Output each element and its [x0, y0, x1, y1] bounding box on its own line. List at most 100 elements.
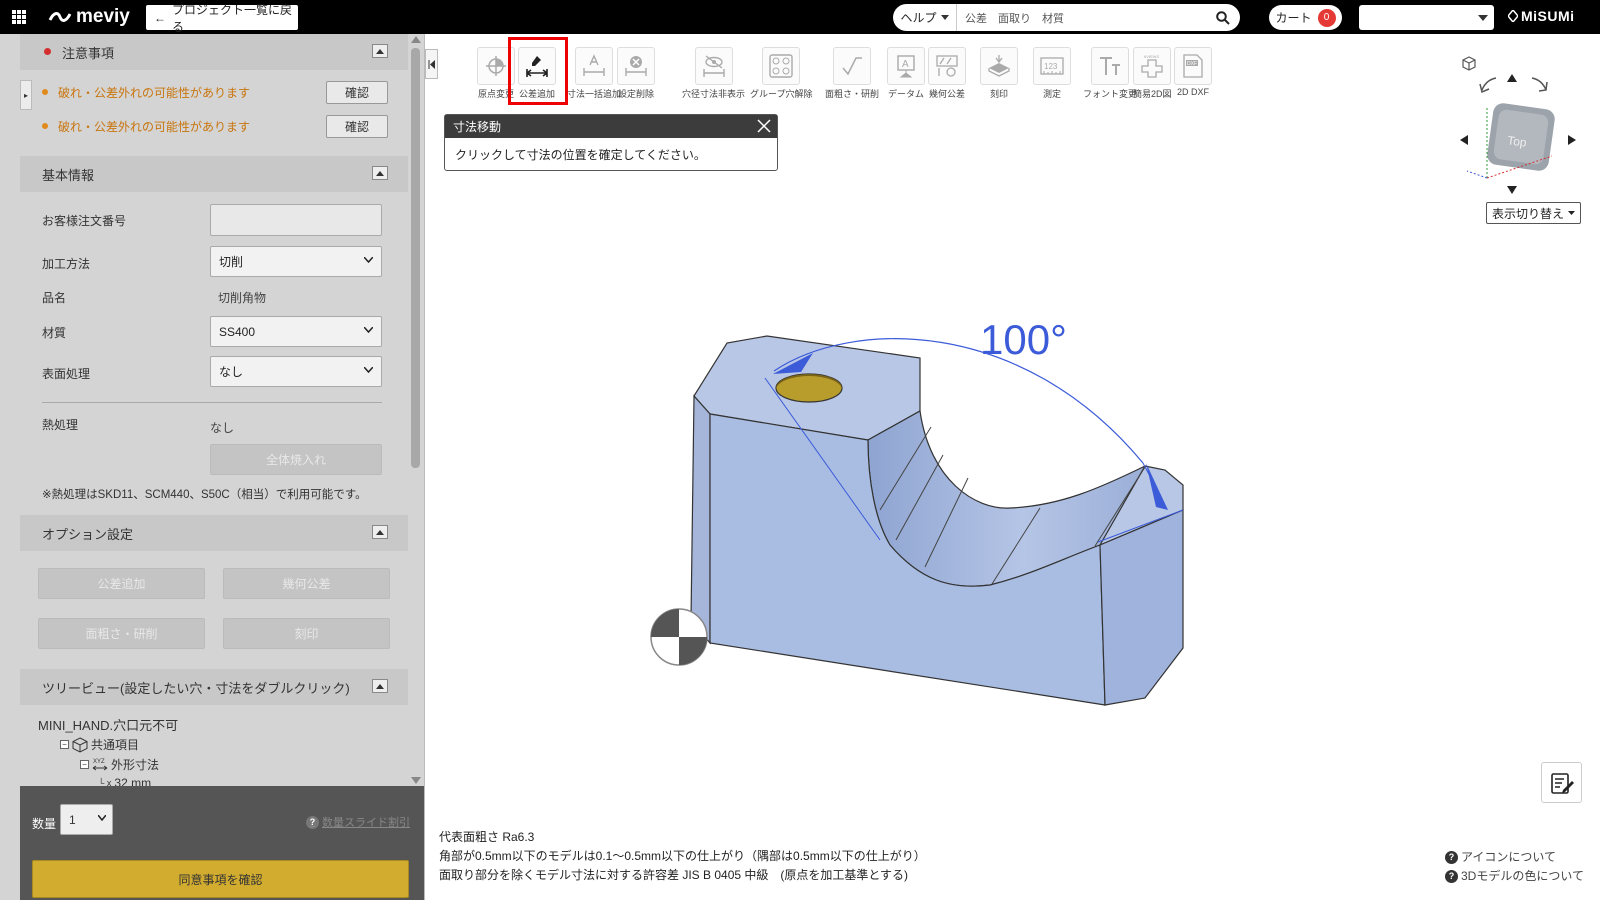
cart-label: カート	[1275, 11, 1312, 25]
tool-delete-setting[interactable]: 設定削除	[617, 47, 655, 100]
question-icon: ?	[1445, 870, 1458, 883]
tool-simple-2d[interactable]: 6VIEWS 簡易2D図	[1133, 47, 1172, 100]
scroll-down-icon[interactable]	[411, 777, 421, 784]
bulk-dimension-icon	[575, 47, 613, 85]
tool-label: 穴径寸法非表示	[682, 89, 746, 99]
view-cube-graphic[interactable]: Top	[1452, 48, 1592, 208]
app-grid-icon[interactable]	[12, 10, 26, 24]
warning-bullet-icon	[42, 89, 48, 95]
svg-text:XYZ: XYZ	[93, 759, 105, 765]
tool-label: 2D DXF	[1176, 87, 1209, 97]
tool-engrave[interactable]: 刻印	[980, 47, 1018, 100]
option-tolerance-button[interactable]: 公差追加	[38, 568, 205, 599]
tool-geometric-tolerance[interactable]: 幾何公差	[928, 47, 966, 100]
cart-count-badge: 0	[1317, 8, 1336, 27]
icon-help-link[interactable]: ? アイコンについて	[1445, 848, 1584, 867]
tree-collapse-icon[interactable]: −	[80, 760, 89, 769]
dimension-move-tooltip: 寸法移動 クリックして寸法の位置を確定してください。	[444, 114, 778, 171]
collapse-icon[interactable]	[372, 166, 388, 180]
collapse-icon[interactable]	[372, 679, 388, 693]
option-settings-header[interactable]: オプション設定	[20, 515, 408, 551]
method-select[interactable]: 切削	[210, 246, 382, 277]
account-dropdown[interactable]	[1359, 5, 1494, 30]
hide-dimension-icon	[694, 47, 733, 85]
scroll-up-icon[interactable]	[411, 36, 421, 43]
tool-label: 設定削除	[617, 89, 654, 99]
close-icon[interactable]	[757, 119, 771, 133]
misumi-logo[interactable]: MiSUMi	[1508, 8, 1575, 24]
tool-2d-dxf[interactable]: DXF 2D DXF	[1174, 47, 1212, 97]
confirm-button[interactable]: 確認	[326, 115, 388, 138]
cube-icon	[72, 736, 88, 753]
option-roughness-button[interactable]: 面粗さ・研削	[38, 618, 205, 649]
origin-marker-icon[interactable]	[650, 608, 708, 666]
tree-label: 共通項目	[91, 738, 140, 752]
tree-view-header[interactable]: ツリービュー(設定したい穴・寸法をダブルクリック)	[20, 669, 408, 705]
collapse-icon[interactable]	[372, 525, 388, 539]
option-engrave-button[interactable]: 刻印	[223, 618, 390, 649]
tool-datum[interactable]: A データム	[887, 47, 925, 100]
tool-label: フォント変更	[1083, 89, 1138, 99]
collapse-icon[interactable]	[372, 44, 388, 58]
full-quench-button[interactable]: 全体焼入れ	[210, 444, 382, 475]
basic-info-header[interactable]: 基本情報	[20, 156, 408, 192]
tree-root[interactable]: MINI_HAND.穴口元不可	[38, 715, 178, 734]
view-cube[interactable]: Top	[1452, 48, 1592, 208]
notes-section-header[interactable]: 注意事項	[20, 34, 408, 70]
model-right-face	[1099, 509, 1184, 706]
heat-note: ※熱処理はSKD11、SCM440、S50C（相当）で利用可能です。	[42, 489, 367, 501]
tool-roughness[interactable]: 面粗さ・研削	[825, 47, 879, 100]
tool-hide-dimension[interactable]: 穴径寸法非表示	[682, 47, 745, 100]
group-hole-icon	[762, 47, 801, 85]
svg-text:A: A	[902, 59, 909, 70]
order-number-label: お客様注文番号	[42, 214, 127, 228]
order-number-input[interactable]	[210, 204, 382, 236]
scroll-thumb[interactable]	[411, 48, 420, 468]
meviy-logo[interactable]: meviy	[48, 6, 130, 28]
tooltip-body: クリックして寸法の位置を確定してください。	[455, 148, 706, 162]
home-cube-icon[interactable]	[1462, 56, 1476, 71]
tree-item-x[interactable]: └ x 32 mm	[98, 776, 151, 786]
help-label: ヘルプ	[900, 11, 937, 25]
collapse-panel-toggle[interactable]	[425, 49, 438, 79]
confirm-button[interactable]: 確認	[326, 81, 388, 104]
search-input[interactable]: 公差 面取り 材質	[957, 10, 1212, 26]
tool-label: 刻印	[989, 89, 1008, 99]
3d-model-viewport[interactable]: 100°	[640, 300, 1200, 720]
quantity-select[interactable]: 1	[60, 804, 113, 835]
icon-help-label: アイコンについて	[1461, 850, 1557, 864]
memo-button[interactable]	[1541, 762, 1582, 803]
tool-group-hole[interactable]: グループ穴解除	[750, 47, 812, 100]
material-select[interactable]: SS400	[210, 316, 382, 347]
color-help-link[interactable]: ? 3Dモデルの色について	[1445, 867, 1584, 886]
tool-bulk-dimension[interactable]: 寸法一括追加	[567, 47, 621, 100]
panel-divider	[424, 34, 425, 900]
memo-edit-icon	[1550, 772, 1574, 794]
tool-font-change[interactable]: フォント変更	[1083, 47, 1137, 100]
surface-label: 表面処理	[42, 367, 91, 381]
roughness-icon	[833, 47, 871, 85]
left-panel: ▸ 注意事項 破れ・公差外れの可能性があります 確認 破れ・公差外れの可能性があ…	[0, 34, 424, 900]
cart-button[interactable]: カート 0	[1269, 5, 1342, 30]
tree-item-outer-dim[interactable]: − XYZ 外形寸法	[80, 756, 159, 773]
tool-label: グループ穴解除	[750, 89, 813, 99]
quantity-discount-link[interactable]: ? 数量スライド割引	[306, 814, 410, 830]
model-info-footer: 代表面粗さ Ra6.3 角部が0.5mm以下のモデルは0.1～0.5mm以下の仕…	[439, 828, 926, 885]
divider	[42, 402, 382, 403]
tree-item-common[interactable]: − 共通項目	[60, 736, 139, 753]
confirm-agreement-button[interactable]: 同意事項を確認	[32, 860, 409, 898]
search-bar: ヘルプ 公差 面取り 材質	[893, 4, 1240, 31]
tree-collapse-icon[interactable]: −	[60, 740, 69, 749]
left-panel-scrollbar[interactable]	[409, 34, 422, 786]
option-geometric-button[interactable]: 幾何公差	[223, 568, 390, 599]
warning-text: 破れ・公差外れの可能性があります	[58, 85, 251, 100]
angle-dimension-label[interactable]: 100°	[980, 316, 1067, 363]
back-to-projects-button[interactable]: ← プロジェクト一覧に戻る	[146, 3, 298, 34]
surface-select[interactable]: なし	[210, 356, 382, 387]
tool-measure[interactable]: 123 測定	[1033, 47, 1071, 100]
warning-row: 破れ・公差外れの可能性があります 確認	[20, 111, 408, 141]
geometric-tolerance-icon	[928, 47, 966, 85]
search-icon[interactable]	[1212, 7, 1234, 29]
view-toggle-dropdown[interactable]: 表示切り替え	[1486, 202, 1581, 224]
help-dropdown[interactable]: ヘルプ	[893, 4, 957, 31]
